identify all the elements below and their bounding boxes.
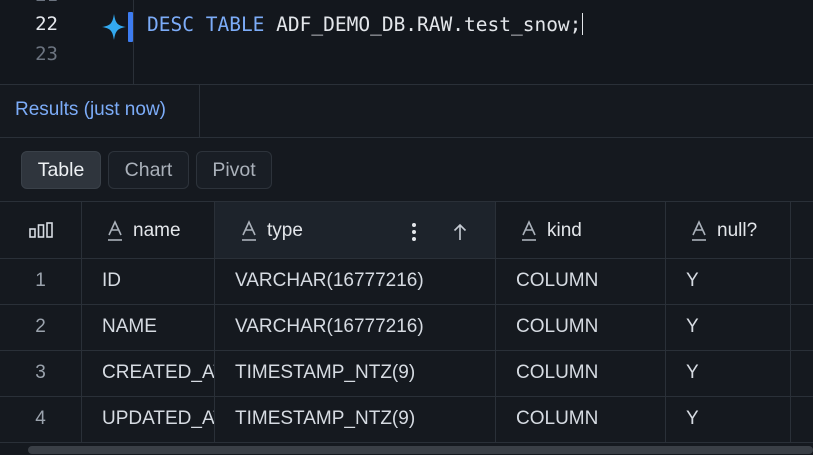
results-table: name type kind null? 1 ID VARCHAR(167772… (0, 201, 813, 455)
cell-null[interactable]: Y (666, 305, 791, 351)
cell-kind[interactable]: COLUMN (496, 351, 666, 397)
text-cursor (582, 13, 584, 35)
cell-type[interactable]: VARCHAR(16777216) (215, 305, 496, 351)
sql-line[interactable]: DESC TABLE ADF_DEMO_DB.RAW.test_snow; (147, 12, 584, 38)
cell-kind[interactable]: COLUMN (496, 305, 666, 351)
text-type-icon (108, 220, 122, 241)
column-stats-icon[interactable] (29, 222, 53, 238)
column-header-type[interactable]: type (215, 201, 496, 259)
cell-name[interactable]: ID (82, 259, 215, 305)
table-row[interactable]: 3 CREATED_AT TIMESTAMP_NTZ(9) COLUMN Y (0, 351, 813, 397)
cell-overflow[interactable] (791, 351, 813, 397)
table-row[interactable]: 4 UPDATED_AT TIMESTAMP_NTZ(9) COLUMN Y (0, 397, 813, 443)
chart-view-button[interactable]: Chart (108, 151, 189, 189)
column-header-null[interactable]: null? (666, 201, 791, 259)
horizontal-scrollbar[interactable] (28, 446, 813, 454)
line-number: 23 (35, 43, 58, 65)
column-header-name[interactable]: name (82, 201, 215, 259)
sparkle-icon[interactable] (100, 12, 128, 42)
text-type-icon (242, 220, 256, 241)
table-row[interactable]: 2 NAME VARCHAR(16777216) COLUMN Y (0, 305, 813, 351)
gutter-divider (133, 0, 134, 84)
sql-object-name: ADF_DEMO_DB.RAW.test_snow; (276, 13, 582, 36)
cell-null[interactable]: Y (666, 351, 791, 397)
column-header-label: kind (547, 220, 582, 241)
row-index: 2 (0, 305, 82, 351)
row-index: 1 (0, 259, 82, 305)
results-tab[interactable]: Results (just now) (0, 85, 200, 137)
cell-overflow[interactable] (791, 259, 813, 305)
code-editor[interactable]: 21 22 23 DESC TABLE ADF_DEMO_DB.RAW.test… (0, 0, 813, 84)
cell-null[interactable]: Y (666, 259, 791, 305)
cell-name[interactable]: UPDATED_AT (82, 397, 215, 443)
sql-keyword: DESC (147, 13, 194, 36)
sort-ascending-icon[interactable] (453, 223, 467, 241)
column-header-label: name (133, 220, 181, 241)
row-index-header[interactable] (0, 201, 82, 259)
row-index: 3 (0, 351, 82, 397)
results-panel: Results (just now) Table Chart Pivot nam… (0, 84, 813, 455)
cell-overflow[interactable] (791, 397, 813, 443)
sql-keyword: TABLE (205, 13, 265, 36)
column-header-overflow[interactable] (791, 201, 813, 259)
cell-name[interactable]: NAME (82, 305, 215, 351)
table-row[interactable]: 1 ID VARCHAR(16777216) COLUMN Y (0, 259, 813, 305)
results-tab-bar: Results (just now) (0, 85, 813, 138)
cell-kind[interactable]: COLUMN (496, 259, 666, 305)
text-type-icon (522, 220, 536, 241)
column-header-label: type (267, 220, 303, 241)
cell-null[interactable]: Y (666, 397, 791, 443)
cell-overflow[interactable] (791, 305, 813, 351)
text-type-icon (692, 220, 706, 241)
column-header-label: null? (717, 220, 758, 241)
cell-kind[interactable]: COLUMN (496, 397, 666, 443)
kebab-menu-icon[interactable] (411, 222, 417, 242)
pivot-view-button[interactable]: Pivot (196, 151, 272, 189)
table-view-button[interactable]: Table (21, 151, 101, 189)
line-number: 21 (0, 0, 58, 6)
column-header-kind[interactable]: kind (496, 201, 666, 259)
cell-name[interactable]: CREATED_AT (82, 351, 215, 397)
cell-type[interactable]: TIMESTAMP_NTZ(9) (215, 397, 496, 443)
row-index: 4 (0, 397, 82, 443)
line-number-current: 22 (35, 13, 58, 35)
cell-type[interactable]: TIMESTAMP_NTZ(9) (215, 351, 496, 397)
cell-type[interactable]: VARCHAR(16777216) (215, 259, 496, 305)
